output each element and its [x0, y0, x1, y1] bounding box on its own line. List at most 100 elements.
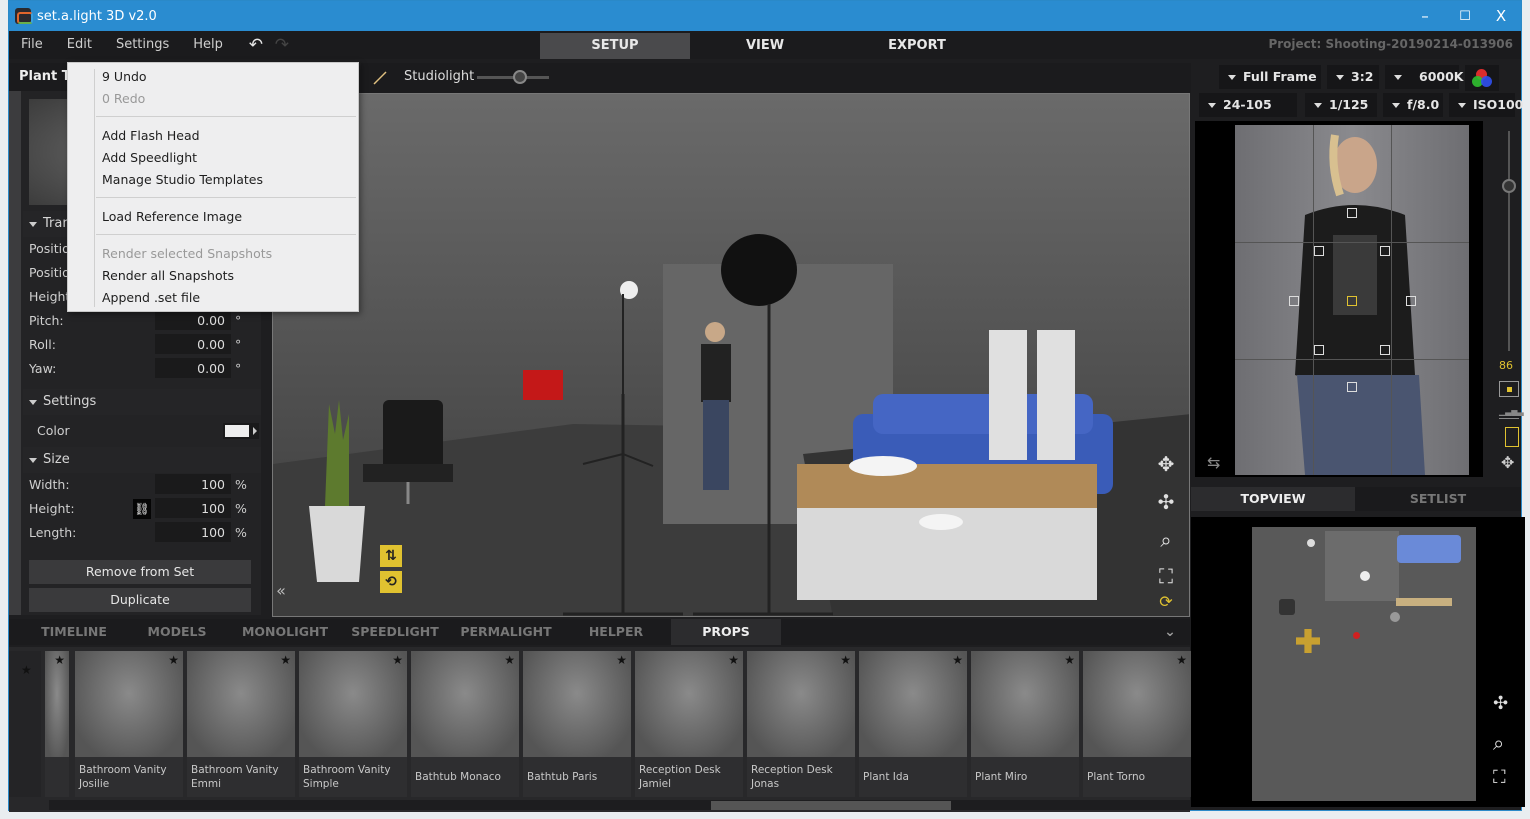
star-icon[interactable]: ★: [280, 653, 291, 667]
flash-marker[interactable]: [1353, 632, 1360, 639]
length-input[interactable]: 100: [155, 522, 231, 542]
tab-setup[interactable]: SETUP: [540, 33, 690, 59]
menu-settings[interactable]: Settings: [104, 31, 181, 59]
fit-topview-icon[interactable]: ⛶: [1493, 767, 1506, 788]
menu-edit[interactable]: Edit: [55, 31, 104, 59]
collapse-library-icon[interactable]: ⌄: [1157, 619, 1183, 645]
section-size[interactable]: Size: [23, 447, 261, 473]
tab-props[interactable]: PROPS: [671, 619, 781, 645]
redo-icon[interactable]: ↷: [269, 35, 295, 55]
pan-topview-icon[interactable]: ✣: [1493, 693, 1508, 714]
af-point[interactable]: [1380, 345, 1390, 355]
studiolight-slider[interactable]: [477, 70, 549, 84]
menu-file[interactable]: File: [9, 31, 55, 59]
maximize-button[interactable]: ☐: [1445, 1, 1485, 31]
aspect-dropdown[interactable]: 3:2: [1327, 65, 1379, 89]
af-point-active[interactable]: [1347, 296, 1357, 306]
orientation-icon[interactable]: [1505, 427, 1519, 447]
histogram-icon[interactable]: ▁▃▅▃: [1499, 407, 1524, 419]
lens-dropdown[interactable]: 24-105 mm: [1199, 93, 1297, 136]
prop-card[interactable]: ★ Bathroom Vanity Josilie: [75, 651, 183, 797]
orbit-icon[interactable]: ✥: [1153, 452, 1179, 476]
remove-from-set-button[interactable]: Remove from Set: [29, 560, 251, 584]
shutter-dropdown[interactable]: 1/125 s: [1305, 93, 1377, 136]
minimize-button[interactable]: –: [1405, 1, 1445, 31]
tab-permalight[interactable]: PERMALIGHT: [455, 619, 557, 645]
star-icon[interactable]: ★: [616, 653, 627, 667]
favorites-filter[interactable]: ★: [9, 651, 41, 797]
pencil-icon[interactable]: [371, 69, 389, 87]
af-grid-icon[interactable]: [1499, 381, 1519, 397]
menu-item-add-speedlight[interactable]: Add Speedlight: [102, 147, 197, 169]
prop-card[interactable]: ★ Reception Desk Jamiel: [635, 651, 743, 797]
tab-topview[interactable]: TOPVIEW: [1191, 487, 1355, 511]
tab-monolight[interactable]: MONOLIGHT: [235, 619, 335, 645]
undo-icon[interactable]: ↶: [243, 35, 269, 55]
tab-speedlight[interactable]: SPEEDLIGHT: [345, 619, 445, 645]
sensor-dropdown[interactable]: Full Frame: [1219, 65, 1321, 89]
star-icon[interactable]: ★: [504, 653, 515, 667]
scrollbar-thumb[interactable]: [711, 801, 951, 810]
tab-models[interactable]: MODELS: [129, 619, 225, 645]
prop-card[interactable]: ★ Reception Desk Jonas: [747, 651, 855, 797]
3d-viewport[interactable]: ⇅ ⟲ ✥ ✣ ⌕ ⛶ ⟳: [272, 93, 1190, 617]
menu-item-append-set-file[interactable]: Append .set file: [102, 287, 200, 309]
size-height-input[interactable]: 100: [155, 498, 231, 518]
prop-card[interactable]: ★ Plant Torno: [1083, 651, 1191, 797]
roll-input[interactable]: 0.00: [155, 334, 231, 354]
menu-help[interactable]: Help: [181, 31, 235, 59]
iso-dropdown[interactable]: ISO100: [1449, 93, 1523, 117]
star-icon[interactable]: ★: [54, 653, 65, 667]
tab-timeline[interactable]: TIMELINE: [19, 619, 129, 645]
af-point[interactable]: [1406, 296, 1416, 306]
aperture-dropdown[interactable]: f/8.0: [1383, 93, 1443, 117]
beauty-dish-marker[interactable]: [1390, 612, 1400, 622]
prop-card[interactable]: ★ Bathtub Monaco: [411, 651, 519, 797]
zoom-icon[interactable]: ⌕: [1153, 528, 1179, 552]
star-icon[interactable]: ★: [952, 653, 963, 667]
menu-item-load-reference-image[interactable]: Load Reference Image: [102, 206, 242, 228]
prop-card[interactable]: ★ Bathroom Vanity Emmi: [187, 651, 295, 797]
star-icon[interactable]: ★: [1064, 653, 1075, 667]
tab-helper[interactable]: HELPER: [569, 619, 663, 645]
move-vertical-icon[interactable]: ⇅: [380, 545, 402, 567]
menu-item-manage-studio-templates[interactable]: Manage Studio Templates: [102, 169, 263, 191]
duplicate-button[interactable]: Duplicate: [29, 588, 251, 612]
star-icon[interactable]: ★: [840, 653, 851, 667]
plant-torno-marker[interactable]: [1296, 629, 1320, 653]
prop-card[interactable]: ★ Bathroom Vanity Simple: [299, 651, 407, 797]
star-icon[interactable]: ★: [392, 653, 403, 667]
rotate-icon[interactable]: ⟲: [380, 571, 402, 593]
sofa-marker[interactable]: [1397, 535, 1461, 563]
af-point[interactable]: [1347, 208, 1357, 218]
af-point[interactable]: [1289, 296, 1299, 306]
section-settings[interactable]: Settings: [23, 389, 261, 415]
pan-icon[interactable]: ✣: [1153, 490, 1179, 514]
tab-setlist[interactable]: SETLIST: [1355, 487, 1521, 511]
prop-card-partial[interactable]: ★: [45, 651, 69, 797]
prop-card[interactable]: ★ Bathtub Paris: [523, 651, 631, 797]
orbit-camera-icon[interactable]: ✥: [1501, 453, 1514, 472]
menu-item-add-flash-head[interactable]: Add Flash Head: [102, 125, 200, 147]
collapse-panel-icon[interactable]: «: [272, 581, 290, 601]
model-marker[interactable]: [1360, 571, 1370, 581]
yaw-input[interactable]: 0.00: [155, 358, 231, 378]
af-point[interactable]: [1347, 382, 1357, 392]
panel-scrollbar[interactable]: [9, 91, 21, 615]
chair-marker[interactable]: [1279, 599, 1295, 615]
prop-card[interactable]: ★ Plant Ida: [859, 651, 967, 797]
spotlight-marker[interactable]: [1307, 539, 1315, 547]
zoom-topview-icon[interactable]: ⌕: [1493, 731, 1504, 755]
menu-item-render-all-snapshots[interactable]: Render all Snapshots: [102, 265, 234, 287]
width-input[interactable]: 100: [155, 474, 231, 494]
color-picker[interactable]: [223, 423, 259, 439]
af-point[interactable]: [1314, 345, 1324, 355]
pitch-input[interactable]: 0.00: [155, 310, 231, 330]
star-icon[interactable]: ★: [1176, 653, 1187, 667]
white-balance-dropdown[interactable]: 6000K: [1385, 65, 1463, 89]
af-point[interactable]: [1380, 246, 1390, 256]
star-icon[interactable]: ★: [728, 653, 739, 667]
star-icon[interactable]: ★: [168, 653, 179, 667]
tab-export[interactable]: EXPORT: [842, 33, 992, 59]
tab-view[interactable]: VIEW: [690, 33, 840, 59]
